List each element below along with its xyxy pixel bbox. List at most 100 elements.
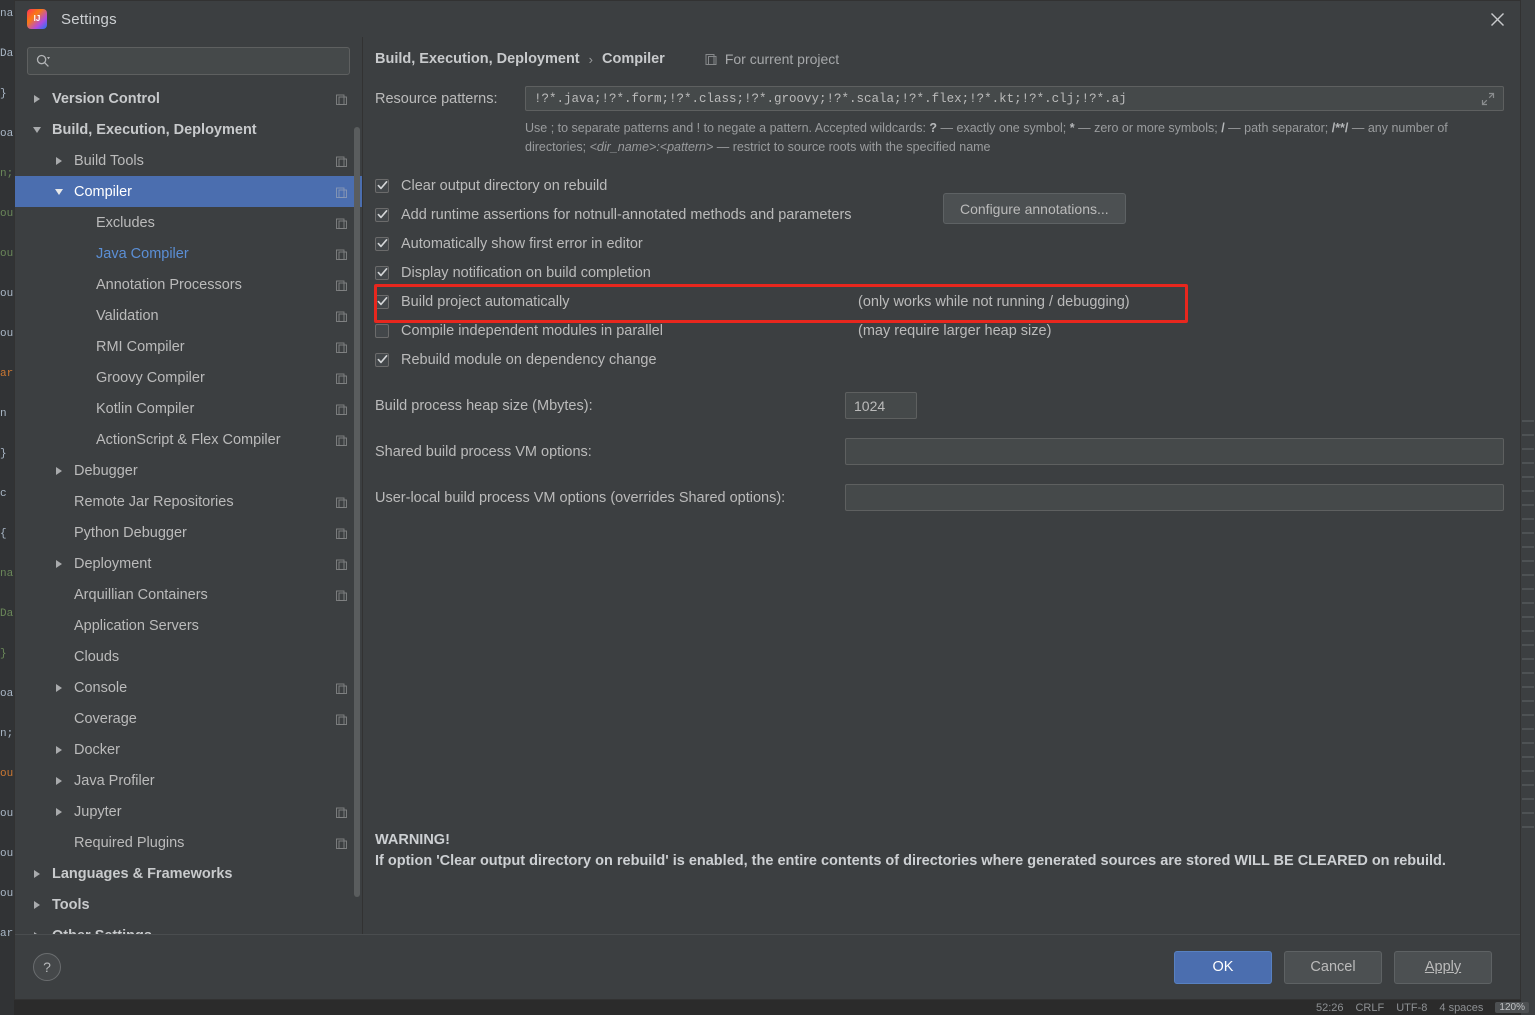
sidebar-item-tools[interactable]: Tools [15, 889, 362, 920]
sidebar-item-label: Kotlin Compiler [96, 400, 195, 417]
sidebar-item-java-profiler[interactable]: Java Profiler [15, 765, 362, 796]
statusbar-zoom[interactable]: 120% [1495, 1002, 1529, 1013]
sidebar-item-build-tools[interactable]: Build Tools [15, 145, 362, 176]
editor-marker [1522, 756, 1534, 758]
sidebar-item-docker[interactable]: Docker [15, 734, 362, 765]
checkbox-automatically-show-first-error-in-editor[interactable] [375, 236, 389, 251]
chevron-right-icon[interactable] [51, 683, 67, 692]
search-box[interactable] [27, 47, 350, 75]
input-build-process-heap-size-mbytes[interactable] [845, 392, 917, 419]
checkbox-note: (may require larger heap size) [858, 322, 1052, 339]
expand-icon[interactable] [1481, 92, 1495, 106]
help-button[interactable]: ? [33, 953, 61, 981]
checkbox-label[interactable]: Clear output directory on rebuild [401, 178, 607, 194]
checkbox-row: Build project automatically (only works w… [375, 287, 1520, 316]
sidebar-item-kotlin-compiler[interactable]: Kotlin Compiler [15, 393, 362, 424]
breadcrumb-parent[interactable]: Build, Execution, Deployment [375, 51, 580, 67]
sidebar-item-label: Java Profiler [74, 772, 155, 789]
resource-patterns-label: Resource patterns: [375, 90, 498, 107]
resource-patterns-field[interactable]: !?*.java;!?*.form;!?*.class;!?*.groovy;!… [525, 86, 1504, 111]
checkbox-add-runtime-assertions-for-notnull-annotated-methods-and-parameters[interactable] [375, 207, 389, 222]
help-token-question: ? [929, 121, 938, 135]
checkbox-display-notification-on-build-completion[interactable] [375, 265, 389, 280]
settings-tree[interactable]: Version Control Build, Execution, Deploym… [15, 83, 362, 934]
apply-button[interactable]: Apply [1394, 950, 1492, 984]
sidebar-item-build-execution-deployment[interactable]: Build, Execution, Deployment [15, 114, 362, 145]
checkbox-compile-independent-modules-in-parallel[interactable] [375, 323, 389, 338]
chevron-right-icon[interactable] [29, 94, 45, 103]
ok-button[interactable]: OK [1174, 950, 1272, 984]
configure-annotations-button[interactable]: Configure annotations... [943, 193, 1126, 224]
sidebar-item-actionscript-flex-compiler[interactable]: ActionScript & Flex Compiler [15, 424, 362, 455]
sidebar-item-coverage[interactable]: Coverage [15, 703, 362, 734]
input-shared-build-process-vm-options[interactable] [845, 438, 1504, 465]
chevron-down-icon[interactable] [29, 126, 45, 133]
sidebar-item-required-plugins[interactable]: Required Plugins [15, 827, 362, 858]
sidebar-item-other-settings[interactable]: Other Settings [15, 920, 362, 934]
sidebar-item-deployment[interactable]: Deployment [15, 548, 362, 579]
sidebar-item-application-servers[interactable]: Application Servers [15, 610, 362, 641]
checkbox-row: Display notification on build completion [375, 258, 1520, 287]
chevron-right-icon[interactable] [51, 807, 67, 816]
checkbox-note: (only works while not running / debuggin… [858, 293, 1130, 310]
sidebar-item-label: Application Servers [74, 617, 199, 634]
sidebar-item-annotation-processors[interactable]: Annotation Processors [15, 269, 362, 300]
editor-marker [1522, 532, 1534, 534]
sidebar-item-rmi-compiler[interactable]: RMI Compiler [15, 331, 362, 362]
project-settings-icon [336, 403, 348, 415]
input-user-local-build-process-vm-options-overrides-shared-options[interactable] [845, 484, 1504, 511]
sidebar-item-version-control[interactable]: Version Control [15, 83, 362, 114]
checkbox-label[interactable]: Rebuild module on dependency change [401, 352, 657, 368]
editor-marker [1522, 728, 1534, 730]
editor-marker [1522, 798, 1534, 800]
checkbox-label[interactable]: Add runtime assertions for notnull-annot… [401, 207, 852, 223]
sidebar-item-python-debugger[interactable]: Python Debugger [15, 517, 362, 548]
sidebar-item-jupyter[interactable]: Jupyter [15, 796, 362, 827]
search-input[interactable] [56, 52, 341, 70]
checkbox-build-project-automatically[interactable] [375, 294, 389, 309]
statusbar-line-separator[interactable]: CRLF [1355, 1002, 1384, 1014]
editor-marker [1522, 672, 1534, 674]
chevron-right-icon[interactable] [51, 466, 67, 475]
chevron-right-icon[interactable] [29, 900, 45, 909]
sidebar-item-console[interactable]: Console [15, 672, 362, 703]
settings-sidebar: Version Control Build, Execution, Deploym… [15, 37, 363, 934]
statusbar-indent[interactable]: 4 spaces [1439, 1002, 1483, 1014]
close-icon[interactable] [1474, 1, 1520, 37]
sidebar-item-compiler[interactable]: Compiler [15, 176, 362, 207]
sidebar-item-remote-jar-repositories[interactable]: Remote Jar Repositories [15, 486, 362, 517]
sidebar-item-label: Required Plugins [74, 834, 185, 851]
sidebar-scrollbar[interactable] [354, 127, 360, 897]
project-settings-icon [336, 186, 348, 198]
project-settings-icon [336, 155, 348, 167]
help-token-star: * [1069, 121, 1075, 135]
editor-marker [1522, 504, 1534, 506]
sidebar-item-groovy-compiler[interactable]: Groovy Compiler [15, 362, 362, 393]
statusbar-encoding[interactable]: UTF-8 [1396, 1002, 1427, 1014]
chevron-right-icon[interactable] [51, 156, 67, 165]
cancel-button[interactable]: Cancel [1284, 950, 1382, 984]
checkbox-rebuild-module-on-dependency-change[interactable] [375, 352, 389, 367]
chevron-right-icon[interactable] [29, 869, 45, 878]
sidebar-item-excludes[interactable]: Excludes [15, 207, 362, 238]
chevron-right-icon[interactable] [51, 559, 67, 568]
sidebar-item-validation[interactable]: Validation [15, 300, 362, 331]
footer-buttons: OK Cancel Apply [1174, 950, 1492, 984]
checkbox-clear-output-directory-on-rebuild[interactable] [375, 178, 389, 193]
sidebar-item-clouds[interactable]: Clouds [15, 641, 362, 672]
chevron-right-icon[interactable] [51, 776, 67, 785]
statusbar-position[interactable]: 52:26 [1316, 1002, 1344, 1014]
checkbox-label[interactable]: Display notification on build completion [401, 265, 651, 281]
checkbox-label[interactable]: Automatically show first error in editor [401, 236, 643, 252]
checkbox-label[interactable]: Compile independent modules in parallel [401, 323, 663, 339]
sidebar-item-arquillian-containers[interactable]: Arquillian Containers [15, 579, 362, 610]
screen: na Da} oa n; ou ou ou ou ar n} c{na Da} oa n; ou ou ou ou… [0, 0, 1535, 1015]
project-settings-icon [336, 93, 348, 105]
sidebar-item-debugger[interactable]: Debugger [15, 455, 362, 486]
sidebar-item-languages-frameworks[interactable]: Languages & Frameworks [15, 858, 362, 889]
chevron-right-icon[interactable] [51, 745, 67, 754]
sidebar-item-java-compiler[interactable]: Java Compiler [15, 238, 362, 269]
project-settings-icon [336, 589, 348, 601]
chevron-down-icon[interactable] [51, 188, 67, 195]
checkbox-label[interactable]: Build project automatically [401, 294, 569, 310]
